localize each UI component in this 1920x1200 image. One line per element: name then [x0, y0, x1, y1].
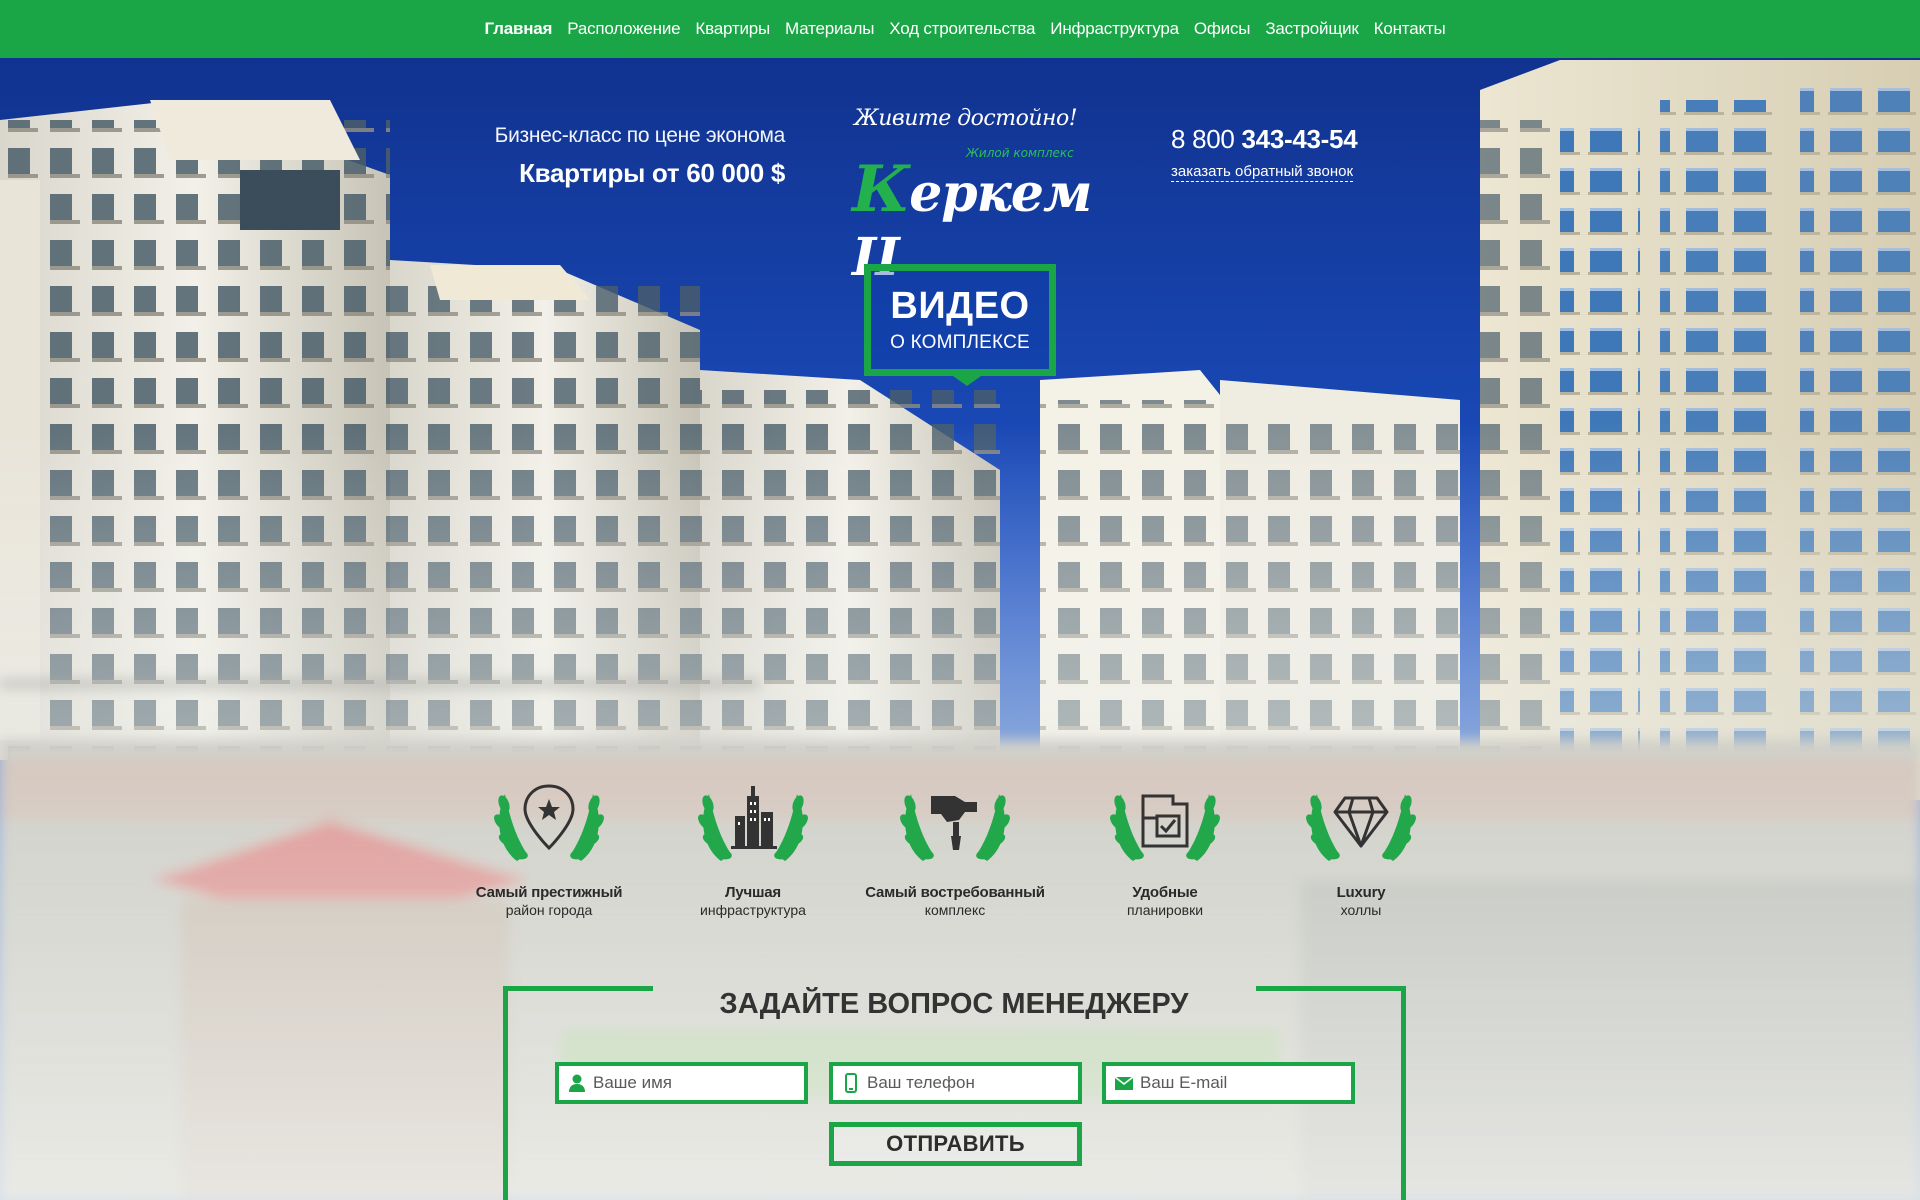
- logo[interactable]: Живите достойно! Жилой комплекс Керкем I…: [850, 104, 1092, 288]
- nav-link-developer[interactable]: Застройщик: [1265, 19, 1359, 38]
- feature-title: Самый востребованный: [865, 884, 1045, 901]
- nav-link-contacts[interactable]: Контакты: [1374, 19, 1446, 38]
- form-title: ЗАДАЙТЕ ВОПРОС МЕНЕДЖЕРУ: [719, 988, 1189, 1020]
- contact-block: 8 800 343-43-54 заказать обратный звонок: [1171, 124, 1358, 182]
- nav-link-home[interactable]: Главная: [485, 19, 553, 38]
- floor-plan-icon: [1110, 794, 1220, 861]
- location-star-icon: [494, 784, 604, 861]
- promo-block: Бизнес-класс по цене эконома Квартиры от…: [485, 124, 786, 189]
- feature-subtitle: планировки: [1126, 902, 1204, 918]
- logo-name-initial: К: [852, 152, 910, 227]
- promo-tagline: Бизнес-класс по цене эконома: [494, 124, 786, 147]
- name-input[interactable]: [593, 1073, 793, 1093]
- diamond-icon: [1306, 794, 1416, 861]
- logo-slogan: Живите достойно!: [854, 106, 1078, 131]
- feature-subtitle: комплекс: [924, 902, 986, 918]
- feature-prestigious-district: Самый престижный район города: [449, 766, 649, 918]
- hand-award-icon: [900, 794, 1010, 861]
- nav-link-location[interactable]: Расположение: [567, 19, 680, 38]
- main-navigation: Главная Расположение Квартиры Материалы …: [0, 0, 1920, 58]
- feature-subtitle: район города: [505, 902, 593, 918]
- promo-price: Квартиры от 60 000 $: [519, 158, 785, 188]
- phone-input[interactable]: [867, 1073, 1067, 1093]
- city-buildings-icon: [698, 786, 808, 861]
- nav-link-apartments[interactable]: Квартиры: [695, 19, 770, 38]
- nav-link-construction-progress[interactable]: Ход строительства: [889, 19, 1035, 38]
- feature-title: Luxury: [1336, 884, 1386, 901]
- feature-infrastructure: Лучшая инфраструктура: [653, 766, 853, 918]
- video-button[interactable]: ВИДЕО О КОМПЛЕКСЕ: [864, 264, 1056, 386]
- video-button-subtitle: О КОМПЛЕКСЕ: [890, 332, 1030, 353]
- feature-subtitle: инфраструктура: [700, 902, 806, 918]
- nav-link-materials[interactable]: Материалы: [785, 19, 874, 38]
- feature-luxury-halls: Luxury холлы: [1261, 766, 1461, 918]
- submit-button[interactable]: ОТПРАВИТЬ: [829, 1122, 1082, 1166]
- name-field[interactable]: [555, 1062, 808, 1104]
- phone-field[interactable]: [829, 1062, 1082, 1104]
- phone-main: 343-43-54: [1241, 124, 1358, 154]
- phone-prefix: 8 800: [1171, 124, 1235, 154]
- feature-title: Удобные: [1132, 884, 1198, 901]
- user-icon: [569, 1074, 585, 1092]
- nav-link-infrastructure[interactable]: Инфраструктура: [1050, 19, 1179, 38]
- features-row: Самый престижный район города Лучшая инф…: [0, 766, 1920, 926]
- email-field[interactable]: [1102, 1062, 1355, 1104]
- envelope-icon: [1114, 1076, 1134, 1090]
- phone-number[interactable]: 8 800 343-43-54: [1171, 124, 1358, 155]
- video-button-pointer: [953, 376, 981, 386]
- video-button-title: ВИДЕО: [890, 285, 1030, 327]
- feature-popular-complex: Самый востребованный комплекс: [855, 766, 1055, 918]
- feature-subtitle: холлы: [1340, 902, 1382, 918]
- mobile-phone-icon: [845, 1073, 857, 1093]
- feature-title: Самый престижный: [475, 884, 623, 901]
- email-input[interactable]: [1140, 1073, 1340, 1093]
- feature-title: Лучшая: [725, 884, 781, 901]
- nav-link-offices[interactable]: Офисы: [1194, 19, 1251, 38]
- feature-convenient-layouts: Удобные планировки: [1065, 766, 1265, 918]
- callback-link[interactable]: заказать обратный звонок: [1171, 163, 1354, 182]
